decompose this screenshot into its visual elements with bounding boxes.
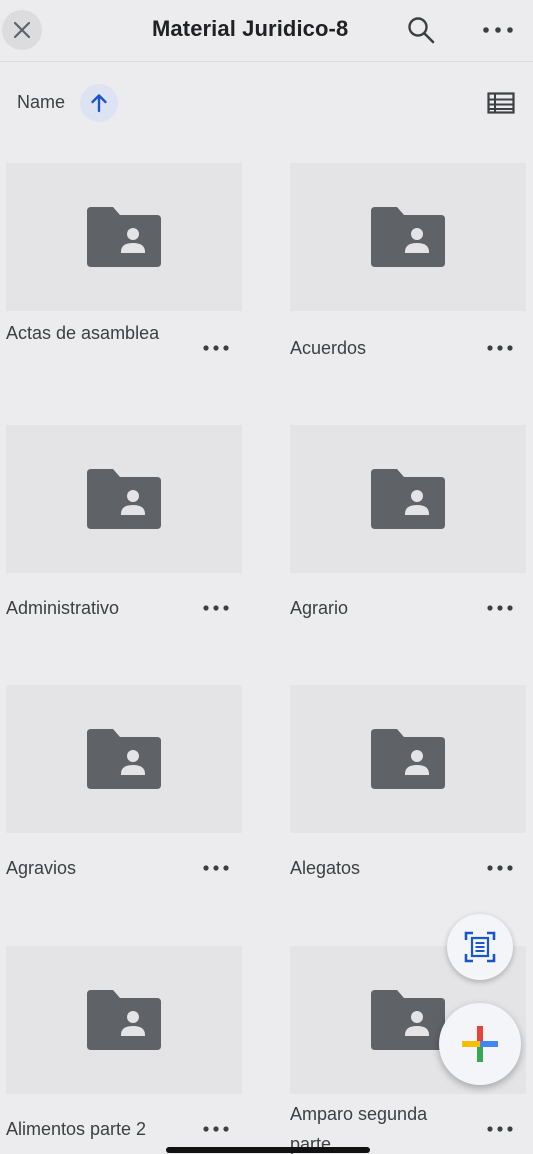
more-horizontal-icon: [487, 1126, 513, 1132]
shared-folder-icon: [371, 729, 445, 789]
folder-more-button[interactable]: [196, 593, 236, 623]
list-view-toggle[interactable]: [484, 88, 518, 118]
scan-document-icon: [464, 931, 496, 963]
plus-icon: [462, 1026, 498, 1062]
folder-more-button[interactable]: [480, 333, 520, 363]
more-options-button[interactable]: [478, 12, 518, 48]
folder-more-button[interactable]: [196, 333, 236, 363]
new-item-button[interactable]: [439, 1003, 521, 1085]
folder-more-button[interactable]: [196, 1114, 236, 1144]
folder-tile[interactable]: Alimentos parte 2: [6, 946, 248, 1154]
folder-tile[interactable]: Agravios: [6, 685, 248, 945]
home-indicator[interactable]: [166, 1147, 370, 1153]
folder-name: Agrario: [290, 598, 349, 618]
close-icon: [13, 21, 31, 39]
shared-folder-icon: [371, 469, 445, 529]
folder-more-button[interactable]: [196, 853, 236, 883]
folder-thumbnail: [6, 163, 242, 311]
shared-folder-icon: [87, 729, 161, 789]
folder-thumbnail: [6, 946, 242, 1094]
folder-name: Administrativo: [6, 598, 120, 618]
more-horizontal-icon: [487, 605, 513, 611]
more-horizontal-icon: [203, 1126, 229, 1132]
folder-thumbnail: [6, 425, 242, 573]
shared-folder-icon: [87, 469, 161, 529]
folder-tile[interactable]: Acuerdos: [290, 163, 532, 423]
folder-thumbnail: [6, 685, 242, 833]
shared-folder-icon: [87, 990, 161, 1050]
more-horizontal-icon: [487, 865, 513, 871]
arrow-up-icon: [91, 94, 107, 113]
folder-more-button[interactable]: [480, 853, 520, 883]
more-horizontal-icon: [203, 345, 229, 351]
more-horizontal-icon: [203, 605, 229, 611]
scan-button[interactable]: [447, 914, 513, 980]
more-horizontal-icon: [483, 27, 513, 33]
folder-name: Alimentos parte 2: [6, 1119, 147, 1139]
shared-folder-icon: [371, 990, 445, 1050]
drive-folder-screen: Material Juridico-8 Name Actas de asambl…: [0, 0, 533, 1154]
folder-thumbnail: [290, 685, 526, 833]
more-horizontal-icon: [487, 345, 513, 351]
folder-more-button[interactable]: [480, 1114, 520, 1144]
search-icon: [408, 17, 435, 44]
more-horizontal-icon: [203, 865, 229, 871]
top-app-bar: Material Juridico-8: [0, 0, 533, 62]
folder-thumbnail: [290, 163, 526, 311]
shared-folder-icon: [87, 207, 161, 267]
folder-name: Amparo segunda parte: [290, 1104, 428, 1154]
folder-tile[interactable]: Agrario: [290, 425, 532, 685]
folder-thumbnail: [290, 425, 526, 573]
sort-by-label[interactable]: Name: [17, 92, 65, 113]
folder-tile[interactable]: Administrativo: [6, 425, 248, 685]
folder-tile[interactable]: Actas de asamblea: [6, 163, 248, 423]
sort-direction-button[interactable]: [80, 84, 118, 122]
folder-name: Alegatos: [290, 858, 361, 878]
folder-name: Actas de asamblea: [6, 323, 160, 343]
list-view-icon: [487, 92, 515, 114]
search-button[interactable]: [403, 12, 439, 48]
folder-more-button[interactable]: [480, 593, 520, 623]
folder-name: Acuerdos: [290, 338, 367, 358]
folder-name: Agravios: [6, 858, 77, 878]
close-button[interactable]: [2, 10, 42, 50]
folder-tile[interactable]: Alegatos: [290, 685, 532, 945]
shared-folder-icon: [371, 207, 445, 267]
page-title: Material Juridico-8: [152, 16, 349, 41]
